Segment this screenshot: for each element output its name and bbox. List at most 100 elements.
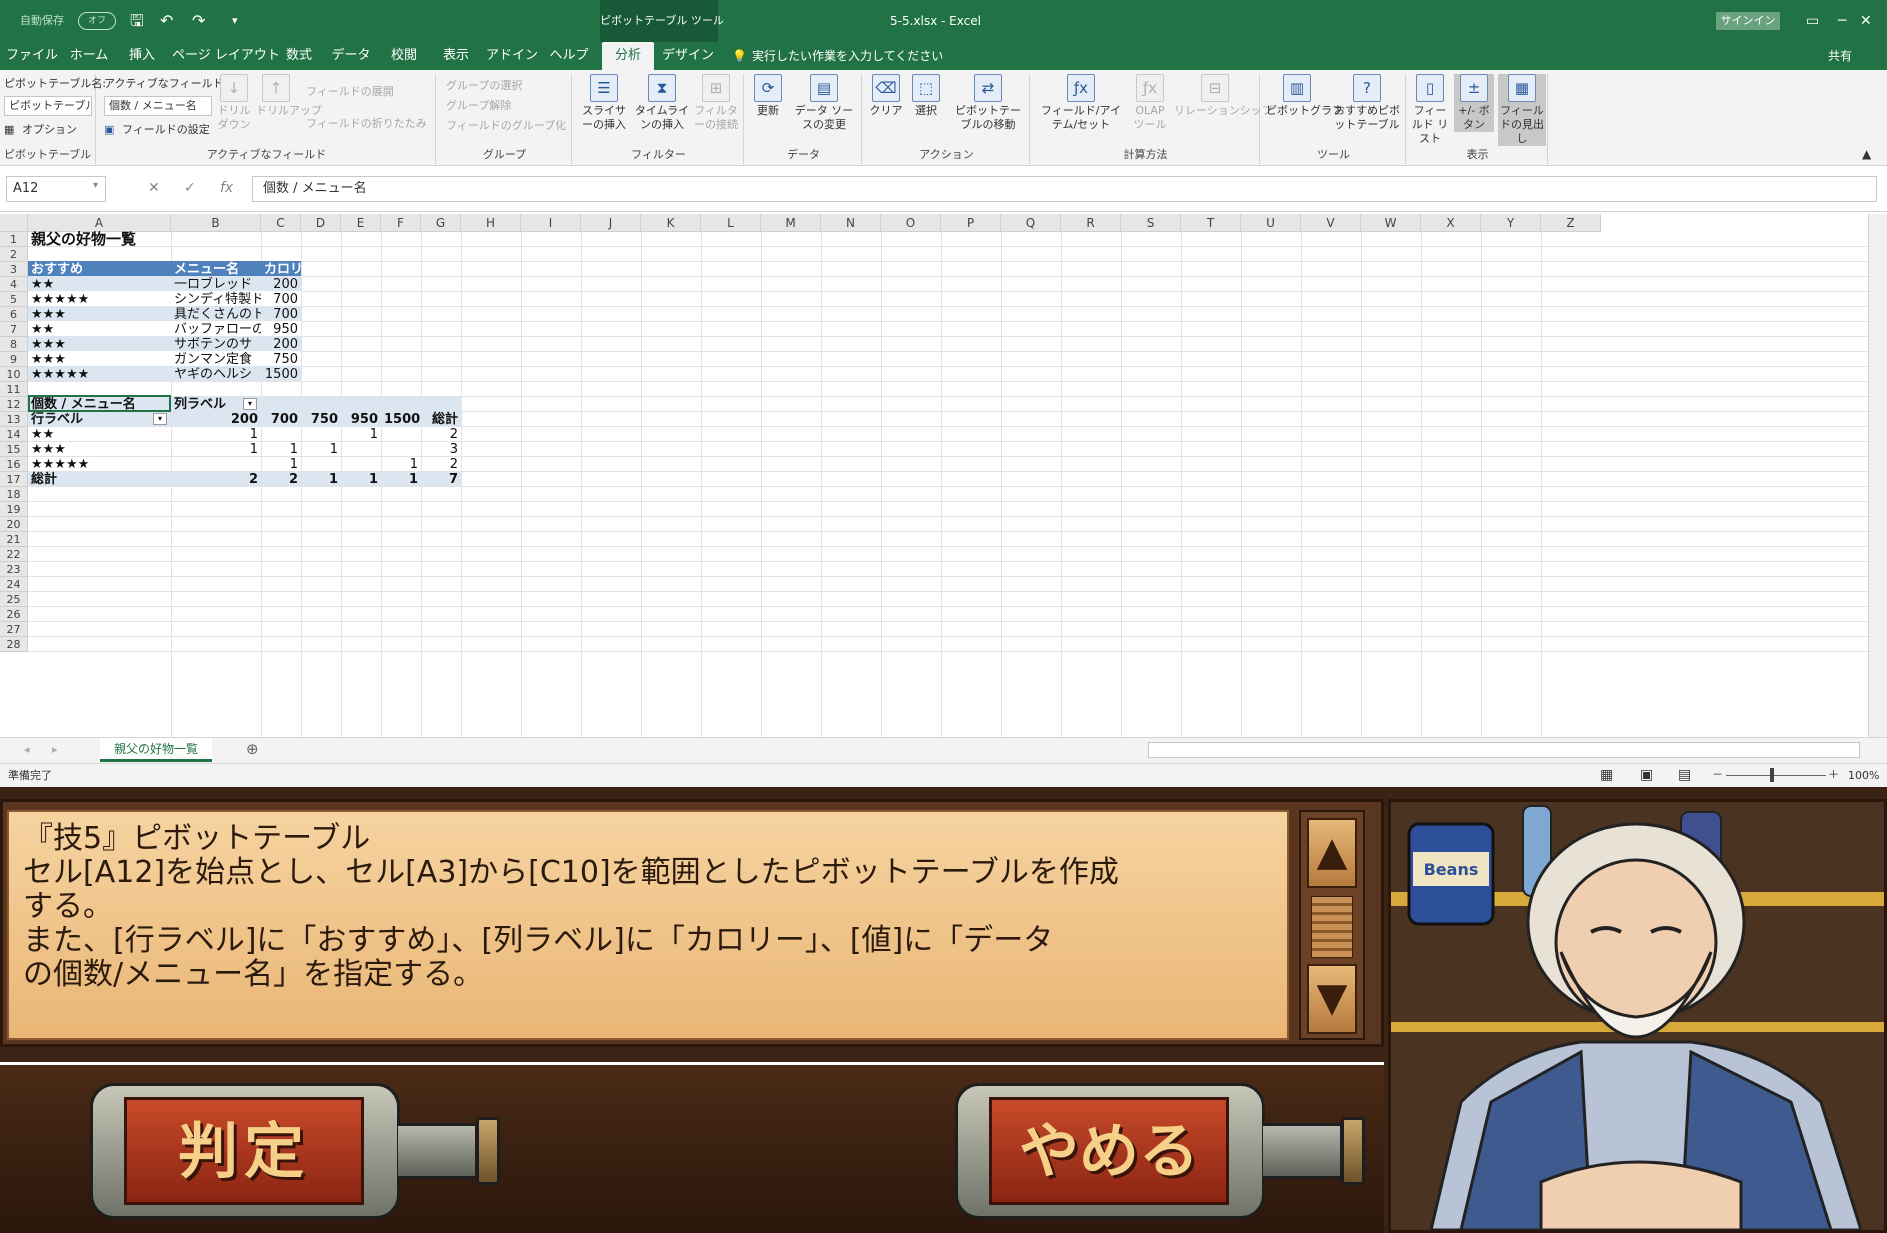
pivot-total-cell[interactable]: 2 bbox=[261, 471, 301, 486]
row-header[interactable]: 2 bbox=[0, 247, 28, 262]
pivot-header-bg[interactable] bbox=[421, 396, 461, 411]
pivot-value-cell[interactable]: 1 bbox=[261, 441, 301, 456]
pivot-value-cell[interactable]: 1 bbox=[171, 426, 261, 441]
row-header[interactable]: 4 bbox=[0, 277, 28, 292]
pivot-header-bg[interactable] bbox=[381, 396, 421, 411]
tell-me-input[interactable]: 実行したい作業を入力してください bbox=[752, 42, 943, 70]
select-all-corner[interactable] bbox=[0, 214, 28, 232]
tab-page-layout[interactable]: ページ レイアウト bbox=[172, 42, 280, 70]
table-cell[interactable]: ★★★ bbox=[28, 336, 171, 351]
pivot-header-bg[interactable] bbox=[261, 396, 301, 411]
table-cell[interactable]: ★★★★★ bbox=[28, 291, 171, 306]
pivot-total-label[interactable]: 総計 bbox=[28, 471, 171, 486]
column-header[interactable]: C bbox=[261, 214, 301, 232]
scroll-thumb[interactable] bbox=[1311, 896, 1353, 958]
page-layout-icon[interactable]: ▣ bbox=[1640, 767, 1653, 783]
group-selection-button[interactable]: グループの選択 bbox=[446, 78, 522, 94]
table-cell[interactable]: 具だくさんのト bbox=[171, 306, 261, 321]
row-header[interactable]: 13 bbox=[0, 412, 28, 427]
spreadsheet-grid[interactable]: A B C D E F G H I J K L M N O P Q R S T U V W X Y Z 1 2 3 4 5 6 7 8 9 10 11 1… bbox=[0, 214, 1887, 737]
row-header[interactable]: 24 bbox=[0, 577, 28, 592]
row-header[interactable]: 8 bbox=[0, 337, 28, 352]
minimize-icon[interactable]: ─ bbox=[1838, 0, 1846, 42]
table-cell[interactable]: 700 bbox=[261, 291, 301, 306]
row-header[interactable]: 22 bbox=[0, 547, 28, 562]
pivot-total-cell[interactable]: 7 bbox=[421, 471, 461, 486]
tab-design[interactable]: デザイン bbox=[660, 42, 716, 70]
pivot-col-value[interactable]: 750 bbox=[301, 411, 341, 426]
ribbon-display-icon[interactable]: ▭ bbox=[1806, 0, 1819, 42]
redo-icon[interactable]: ↷ bbox=[192, 0, 205, 42]
pivot-value-cell[interactable] bbox=[261, 426, 301, 441]
pivot-value-cell[interactable] bbox=[341, 441, 381, 456]
field-list-button[interactable]: ▯ フィールド リスト bbox=[1410, 74, 1450, 146]
table-cell[interactable]: ガンマン定食 bbox=[171, 351, 261, 366]
row-filter-dropdown-icon[interactable]: ▾ bbox=[153, 413, 167, 425]
group-field-button[interactable]: フィールドのグループ化 bbox=[446, 118, 566, 134]
scroll-down-button[interactable]: ▼ bbox=[1307, 964, 1357, 1034]
column-header[interactable]: N bbox=[821, 214, 881, 232]
pivot-value-cell[interactable]: 1 bbox=[341, 426, 381, 441]
pivot-value-cell[interactable] bbox=[381, 426, 421, 441]
table-cell[interactable]: ★★ bbox=[28, 276, 171, 291]
table-cell[interactable]: ★★ bbox=[28, 321, 171, 336]
field-settings-icon[interactable]: ▣ bbox=[104, 122, 114, 138]
prev-sheet-icon[interactable]: ◂ bbox=[24, 742, 30, 758]
share-button[interactable]: 共有 bbox=[1828, 42, 1852, 70]
table-cell[interactable]: 750 bbox=[261, 351, 301, 366]
table-cell[interactable]: ヤギのヘルシ bbox=[171, 366, 261, 381]
zoom-in-icon[interactable]: ＋ bbox=[1828, 767, 1839, 783]
column-header[interactable]: W bbox=[1361, 214, 1421, 232]
row-header[interactable]: 25 bbox=[0, 592, 28, 607]
sheet-tab-oyaji[interactable]: 親父の好物一覧 bbox=[100, 738, 212, 762]
active-field-input[interactable]: 個数 / メニュー名 bbox=[104, 96, 212, 116]
table-cell[interactable]: 一ロブレッド bbox=[171, 276, 261, 291]
column-header[interactable]: I bbox=[521, 214, 581, 232]
cancel-icon[interactable]: ✕ bbox=[148, 180, 160, 196]
normal-view-icon[interactable]: ▦ bbox=[1600, 767, 1613, 783]
pivot-total-cell[interactable]: 1 bbox=[301, 471, 341, 486]
row-header[interactable]: 27 bbox=[0, 622, 28, 637]
pivot-value-cell[interactable]: 2 bbox=[421, 426, 461, 441]
pivot-value-cell[interactable]: 1 bbox=[381, 456, 421, 471]
pivot-total-cell[interactable]: 2 bbox=[171, 471, 261, 486]
column-header[interactable]: H bbox=[461, 214, 521, 232]
pivot-col-value[interactable]: 総計 bbox=[421, 411, 461, 426]
row-header[interactable]: 21 bbox=[0, 532, 28, 547]
pivot-value-cell[interactable]: 2 bbox=[421, 456, 461, 471]
table-header[interactable]: おすすめ bbox=[28, 261, 171, 276]
pivot-value-cell[interactable]: 1 bbox=[171, 441, 261, 456]
insert-timeline-button[interactable]: ⧗ タイムラインの挿入 bbox=[634, 74, 690, 132]
pivot-header-bg[interactable] bbox=[301, 396, 341, 411]
pivot-row-label-cell[interactable]: ★★★★★ bbox=[28, 456, 171, 471]
row-header[interactable]: 9 bbox=[0, 352, 28, 367]
autosave-toggle[interactable]: オフ bbox=[78, 12, 116, 30]
column-header[interactable]: G bbox=[421, 214, 461, 232]
table-cell[interactable]: 950 bbox=[261, 321, 301, 336]
pivot-chart-button[interactable]: ▥ ピボットグラフ bbox=[1266, 74, 1343, 118]
customize-qat-icon[interactable]: ▾ bbox=[232, 0, 238, 42]
column-header[interactable]: V bbox=[1301, 214, 1361, 232]
row-header[interactable]: 7 bbox=[0, 322, 28, 337]
relationships-button[interactable]: ⊟ リレーションシップ bbox=[1174, 74, 1273, 118]
pivot-row-label-cell[interactable]: ★★★ bbox=[28, 441, 171, 456]
vertical-scrollbar[interactable] bbox=[1868, 214, 1887, 737]
options-button[interactable]: オプション bbox=[22, 122, 77, 138]
table-cell[interactable]: バッファローの bbox=[171, 321, 261, 336]
page-break-icon[interactable]: ▤ bbox=[1678, 767, 1691, 783]
pivot-col-value[interactable]: 950 bbox=[341, 411, 381, 426]
row-header[interactable]: 14 bbox=[0, 427, 28, 442]
tab-file[interactable]: ファイル bbox=[6, 42, 58, 70]
col-filter-dropdown-icon[interactable]: ▾ bbox=[243, 398, 257, 410]
collapse-ribbon-icon[interactable]: ▲ bbox=[1862, 146, 1871, 162]
row-header[interactable]: 1 bbox=[0, 232, 28, 247]
table-cell[interactable]: 200 bbox=[261, 276, 301, 291]
column-header[interactable]: E bbox=[341, 214, 381, 232]
save-icon[interactable]: 🖫 bbox=[130, 0, 144, 42]
row-header[interactable]: 15 bbox=[0, 442, 28, 457]
pivot-row-label-cell[interactable]: ★★ bbox=[28, 426, 171, 441]
table-cell[interactable]: サボテンのサ bbox=[171, 336, 261, 351]
column-header[interactable]: X bbox=[1421, 214, 1481, 232]
next-sheet-icon[interactable]: ▸ bbox=[52, 742, 58, 758]
collapse-field-button[interactable]: フィールドの折りたたみ bbox=[306, 116, 427, 132]
